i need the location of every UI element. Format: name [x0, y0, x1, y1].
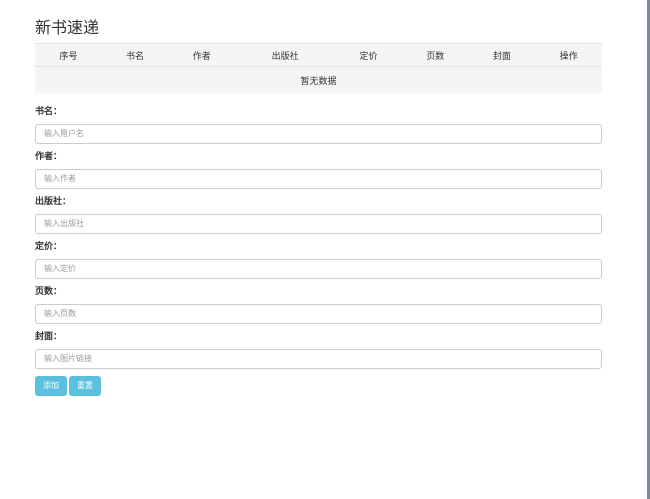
col-header-pages: 页数	[401, 43, 469, 67]
page-title: 新书速递	[35, 18, 100, 37]
add-book-form: 书名： 作者： 出版社： 定价： 页数： 封面：	[35, 107, 602, 377]
col-header-title: 书名	[101, 43, 169, 67]
cover-label: 封面：	[35, 332, 63, 342]
price-label: 定价：	[35, 242, 63, 252]
field-cover: 封面：	[35, 332, 602, 377]
cover-url-input[interactable]	[35, 348, 602, 369]
table-header-row: 序号 书名 作者 出版社 定价 页数 封面 操作	[35, 43, 602, 67]
author-input[interactable]	[35, 168, 602, 189]
add-button[interactable]: 添加	[35, 375, 67, 396]
title-label: 书名：	[35, 107, 63, 117]
pages-input[interactable]	[35, 303, 602, 324]
col-header-cover: 封面	[468, 43, 536, 67]
author-label: 作者：	[35, 152, 63, 162]
field-title: 书名：	[35, 107, 602, 152]
publisher-input[interactable]	[35, 213, 602, 234]
pages-label: 页数：	[35, 287, 63, 297]
col-header-actions: 操作	[535, 43, 602, 67]
col-header-author: 作者	[168, 43, 236, 67]
field-price: 定价：	[35, 242, 602, 287]
col-header-index: 序号	[35, 43, 102, 67]
table-row: 暂无数据	[35, 66, 602, 93]
field-pages: 页数：	[35, 287, 602, 332]
empty-state-text: 暂无数据	[35, 66, 602, 93]
price-input[interactable]	[35, 258, 602, 279]
field-author: 作者：	[35, 152, 602, 197]
title-input[interactable]	[35, 123, 602, 144]
reset-button[interactable]: 重置	[69, 375, 101, 396]
publisher-label: 出版社：	[35, 197, 72, 207]
books-table: 序号 书名 作者 出版社 定价 页数 封面 操作 暂无数据	[35, 43, 602, 93]
field-publisher: 出版社：	[35, 197, 602, 242]
col-header-price: 定价	[335, 43, 402, 67]
form-buttons: 添加 重置	[35, 373, 103, 396]
col-header-publisher: 出版社	[235, 43, 336, 67]
